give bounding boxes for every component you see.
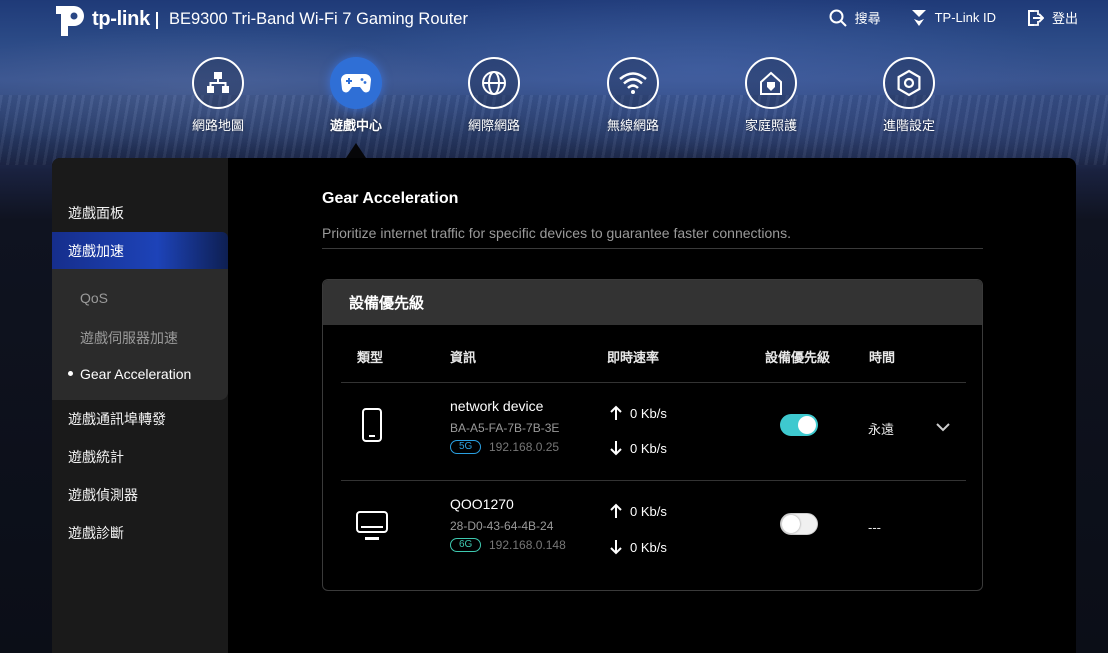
tplink-id-label: TP-Link ID [934, 10, 996, 25]
search-label: 搜尋 [854, 11, 881, 26]
header-divider [156, 12, 158, 29]
priority-toggle[interactable] [780, 414, 818, 436]
download-value: 0 Kb/s [630, 440, 667, 456]
device-priority-card: 設備優先級 類型 資訊 即時速率 設備優先級 時間 network device… [322, 279, 983, 591]
device-mac: 28-D0-43-64-4B-24 [450, 519, 554, 533]
upload-value: 0 Kb/s [630, 503, 667, 519]
device-name: QOO1270 [450, 496, 514, 512]
arrow-down-icon [610, 441, 622, 456]
search-button[interactable]: 搜尋 [829, 8, 881, 27]
content-area: Gear Acceleration Prioritize internet tr… [228, 158, 1076, 653]
main-navigation: 網路地圖 遊戲中心 網際網路 無線網路 家庭照護 進階設定 [160, 57, 960, 137]
arrow-up-icon [610, 503, 622, 518]
top-bar: tp-link BE9300 Tri-Band Wi-Fi 7 Gaming R… [0, 0, 1108, 38]
device-mac: BA-A5-FA-7B-7B-3E [450, 421, 560, 435]
router-model: BE9300 Tri-Band Wi-Fi 7 Gaming Router [169, 10, 468, 28]
column-header-speed: 即時速率 [607, 350, 660, 365]
wifi-icon [607, 57, 659, 109]
download-value: 0 Kb/s [630, 539, 667, 555]
sidebar-subitem-gear-acceleration[interactable]: Gear Acceleration [80, 366, 191, 382]
arrow-up-icon [610, 405, 622, 420]
priority-toggle[interactable] [780, 513, 818, 535]
upload-value: 0 Kb/s [630, 405, 667, 421]
monitor-icon [355, 510, 389, 547]
globe-icon [468, 57, 520, 109]
priority-time: 永遠 [868, 422, 895, 437]
download-speed: 0 Kb/s [610, 539, 667, 555]
row-divider [341, 382, 966, 383]
column-header-type: 類型 [357, 350, 384, 365]
upload-speed: 0 Kb/s [610, 503, 667, 519]
card-title: 設備優先級 [323, 280, 982, 325]
device-ip: 192.168.0.25 [489, 440, 560, 454]
home-shield-icon [745, 57, 797, 109]
row-divider [341, 480, 966, 481]
nav-advanced[interactable]: 進階設定 [854, 57, 964, 134]
nav-label: 家庭照護 [744, 118, 797, 133]
toggle-knob [798, 416, 816, 434]
sidebar-item-game-detector[interactable]: 遊戲偵測器 [52, 476, 228, 513]
logout-button[interactable]: 登出 [1026, 8, 1078, 27]
tplink-id-icon [911, 9, 926, 26]
logout-label: 登出 [1051, 11, 1078, 26]
nav-network-map[interactable]: 網路地圖 [163, 57, 273, 134]
sidebar-item-game-acceleration[interactable]: 遊戲加速 [52, 232, 228, 269]
logout-icon [1027, 9, 1044, 26]
sidebar-submenu: QoS 遊戲伺服器加速 Gear Acceleration [52, 269, 228, 400]
band-badge-5g: 5G [450, 440, 482, 454]
column-header-info: 資訊 [450, 350, 477, 365]
upload-speed: 0 Kb/s [610, 405, 667, 421]
nav-label: 進階設定 [882, 118, 935, 133]
active-subitem-dot [68, 371, 73, 376]
device-ip: 192.168.0.148 [489, 538, 566, 552]
device-name: network device [450, 398, 544, 414]
nav-label: 網際網路 [467, 118, 520, 133]
band-badge-6g: 6G [450, 538, 482, 552]
chevron-down-icon[interactable] [935, 419, 951, 437]
nav-homecare[interactable]: 家庭照護 [716, 57, 826, 134]
tplink-logo[interactable]: tp-link [52, 2, 150, 36]
nav-label: 網路地圖 [191, 118, 244, 133]
priority-time: --- [868, 520, 881, 535]
brand-name: tp-link [92, 7, 150, 30]
nav-label: 無線網路 [606, 118, 659, 133]
download-speed: 0 Kb/s [610, 440, 667, 456]
main-panel: 遊戲面板 遊戲加速 QoS 遊戲伺服器加速 Gear Acceleration … [52, 158, 1076, 653]
phone-icon [361, 408, 383, 447]
network-map-icon [192, 57, 244, 109]
tplink-logo-icon [52, 2, 88, 36]
sidebar-subitem-server-acceleration[interactable]: 遊戲伺服器加速 [80, 328, 178, 348]
column-header-time: 時間 [869, 350, 896, 365]
gamepad-icon [330, 57, 382, 109]
sidebar-item-game-stats[interactable]: 遊戲統計 [52, 438, 228, 475]
header-actions: 搜尋 TP-Link ID 登出 [799, 8, 1078, 27]
toggle-knob [782, 515, 800, 533]
sidebar-item-game-panel[interactable]: 遊戲面板 [52, 194, 228, 231]
page-title: Gear Acceleration [322, 190, 459, 207]
gear-icon [883, 57, 935, 109]
page-description: Prioritize internet traffic for specific… [322, 225, 791, 241]
sidebar-item-port-forwarding[interactable]: 遊戲通訊埠轉發 [52, 400, 228, 437]
title-divider [322, 248, 983, 249]
search-icon [829, 9, 847, 27]
sidebar-subitem-qos[interactable]: QoS [80, 290, 108, 306]
sidebar-item-game-diagnostics[interactable]: 遊戲診斷 [52, 514, 228, 551]
sidebar: 遊戲面板 遊戲加速 QoS 遊戲伺服器加速 Gear Acceleration … [52, 158, 228, 653]
nav-gaming-center[interactable]: 遊戲中心 [301, 57, 411, 134]
arrow-down-icon [610, 540, 622, 555]
active-nav-pointer [346, 143, 366, 158]
nav-label: 遊戲中心 [329, 118, 382, 133]
column-header-priority: 設備優先級 [765, 350, 831, 365]
nav-internet[interactable]: 網際網路 [439, 57, 549, 134]
nav-wireless[interactable]: 無線網路 [578, 57, 688, 134]
tplink-id-button[interactable]: TP-Link ID [911, 8, 996, 27]
